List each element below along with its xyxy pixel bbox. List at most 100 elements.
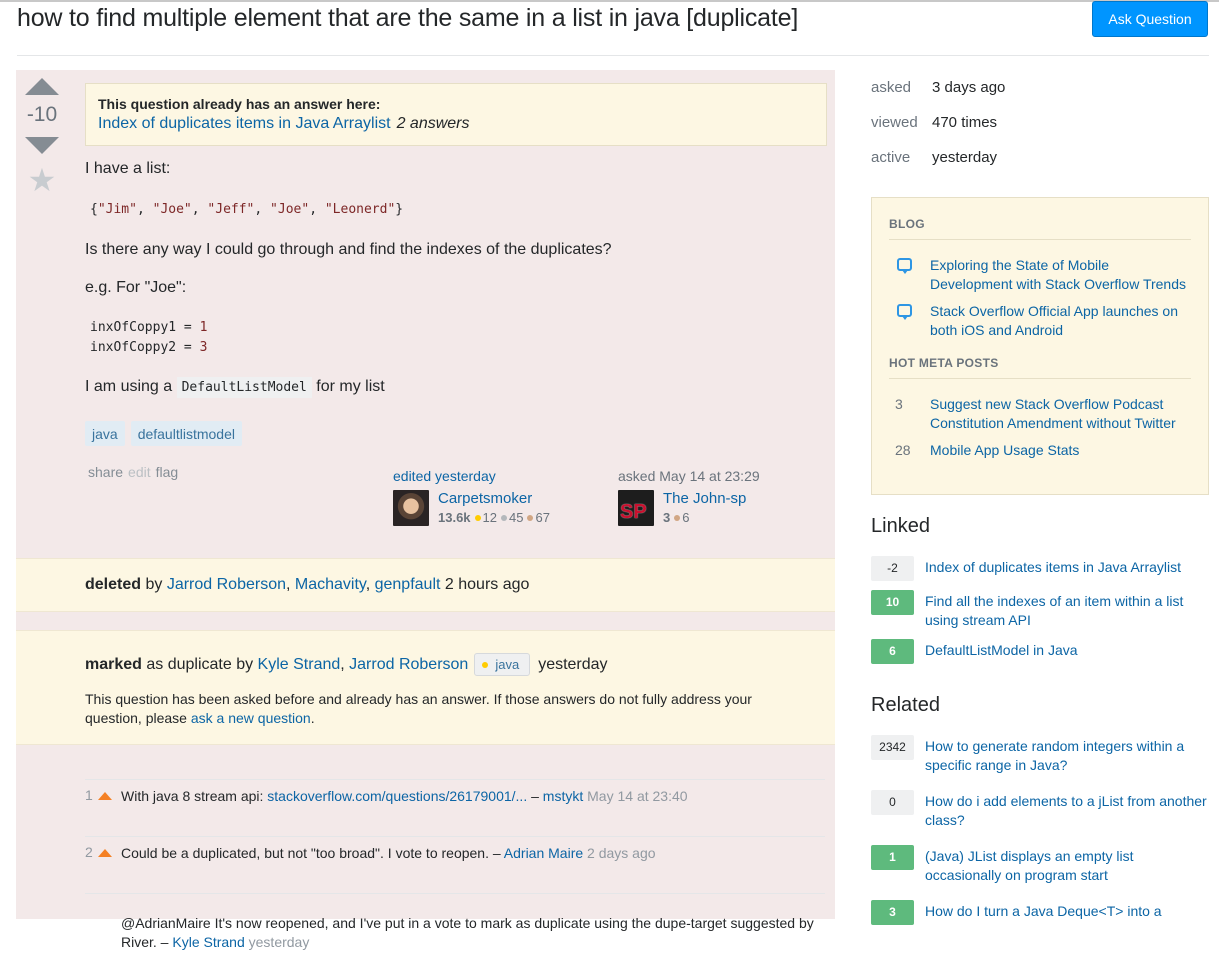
- closer-link[interactable]: Kyle Strand: [258, 656, 341, 674]
- question-score[interactable]: 6: [871, 639, 914, 664]
- code-block-list: {"Jim", "Joe", "Jeff", "Joe", "Leonerd"}: [90, 202, 404, 217]
- linked-item: 6 DefaultListModel in Java: [871, 639, 1209, 664]
- upvote-arrow-icon[interactable]: [25, 78, 59, 95]
- deleter-link[interactable]: Jarrod Roberson: [167, 576, 286, 593]
- editor-signature: edited yesterday Carpetsmoker 13.6k 12 45 6…: [393, 468, 550, 526]
- comments-list: 1 With java 8 stream api: stackoverflow.…: [85, 779, 825, 962]
- header-divider: [17, 55, 1209, 56]
- owner-reputation: 36: [663, 510, 690, 525]
- flag-link[interactable]: flag: [156, 464, 179, 480]
- comment-link[interactable]: stackoverflow.com/questions/26179001/...: [267, 788, 527, 804]
- comment: 1 With java 8 stream api: stackoverflow.…: [85, 779, 825, 836]
- question-score[interactable]: 10: [871, 590, 914, 615]
- blog-bubble-icon: [897, 258, 912, 274]
- blog-heading: BLOG: [889, 217, 1191, 240]
- related-item: 0 How do i add elements to a jList from …: [871, 790, 1209, 830]
- related-question-link[interactable]: (Java) JList displays an empty list occa…: [925, 847, 1209, 885]
- tag-defaultlistmodel[interactable]: defaultlistmodel: [130, 421, 242, 446]
- comment-date: May 14 at 23:40: [587, 788, 688, 804]
- owner-signature: asked May 14 at 23:29 SP The John-sp 36: [618, 468, 760, 526]
- blog-link[interactable]: Stack Overflow Official App launches on …: [930, 302, 1191, 340]
- editor-reputation: 13.6k 12 45 67: [438, 510, 550, 525]
- share-link[interactable]: share: [88, 464, 123, 480]
- question-score[interactable]: -2: [871, 556, 914, 581]
- question-stats: asked 3 days ago viewed 470 times active ye…: [871, 70, 1005, 175]
- favorite-star-icon[interactable]: ★: [16, 164, 68, 196]
- related-question-link[interactable]: How to generate random integers within a…: [925, 737, 1209, 775]
- asked-time: asked May 14 at 23:29: [618, 468, 760, 484]
- comment-user[interactable]: Adrian Maire: [504, 845, 583, 861]
- editor-name[interactable]: Carpetsmoker: [438, 490, 532, 507]
- duplicate-target-link[interactable]: Index of duplicates items in Java Arrayl…: [98, 115, 391, 132]
- comment-upvote-icon[interactable]: [98, 792, 112, 800]
- blog-link[interactable]: Exploring the State of Mobile Developmen…: [930, 256, 1191, 294]
- tag-java[interactable]: java: [85, 421, 125, 446]
- comment-score: 1: [85, 787, 93, 803]
- related-list: 2342 How to generate random integers wit…: [871, 735, 1209, 936]
- comment-user[interactable]: mstykt: [543, 788, 583, 804]
- related-item: 2342 How to generate random integers wit…: [871, 735, 1209, 775]
- linked-item: 10 Find all the indexes of an item withi…: [871, 590, 1209, 630]
- question-score[interactable]: 2342: [871, 735, 914, 760]
- gold-badge-icon: [482, 661, 489, 668]
- comment-date: yesterday: [248, 934, 310, 950]
- related-heading: Related: [871, 694, 940, 716]
- ask-question-button[interactable]: Ask Question: [1092, 1, 1208, 37]
- linked-question-link[interactable]: DefaultListModel in Java: [925, 641, 1078, 664]
- edited-time-link[interactable]: edited yesterday: [393, 468, 550, 484]
- editor-avatar[interactable]: [393, 490, 429, 526]
- post-menu: share edit flag: [88, 464, 178, 480]
- deleter-link[interactable]: Machavity: [295, 576, 366, 593]
- question-title[interactable]: how to find multiple element that are th…: [17, 4, 798, 33]
- blog-item: Stack Overflow Official App launches on …: [889, 302, 1191, 340]
- body-paragraph: e.g. For "Joe":: [85, 279, 187, 296]
- question-score[interactable]: 0: [871, 790, 914, 815]
- closer-link[interactable]: Jarrod Roberson: [349, 656, 468, 674]
- stat-active: active yesterday: [871, 149, 998, 166]
- comment: 2 Could be a duplicated, but not "too br…: [85, 836, 825, 893]
- stat-viewed: viewed 470 times: [871, 114, 998, 131]
- blog-bubble-icon: [897, 304, 912, 320]
- ask-new-question-link[interactable]: ask a new question: [191, 710, 311, 726]
- question-score[interactable]: 3: [871, 900, 914, 925]
- body-paragraph: I have a list:: [85, 160, 171, 177]
- body-paragraph: Is there any way I could go through and …: [85, 241, 612, 258]
- related-item: 1 (Java) JList displays an empty list oc…: [871, 845, 1209, 885]
- owner-name[interactable]: The John-sp: [663, 490, 746, 507]
- linked-question-link[interactable]: Find all the indexes of an item within a…: [925, 592, 1209, 630]
- deleter-link[interactable]: genpfault: [375, 576, 441, 593]
- gold-badge-icon: [474, 515, 481, 521]
- blog-item: Exploring the State of Mobile Developmen…: [889, 256, 1191, 294]
- vote-count: -10: [26, 103, 58, 126]
- related-item: 3 How do I turn a Java Deque<T> into a: [871, 900, 1209, 925]
- code-block-indexes: inxOfCoppy1 = 1 inxOfCoppy2 = 3: [90, 320, 208, 355]
- comment-upvote-icon[interactable]: [98, 849, 112, 857]
- body-paragraph: I am using a DefaultListModel for my lis…: [85, 376, 825, 399]
- meta-link[interactable]: Mobile App Usage Stats: [930, 441, 1079, 460]
- comment-user[interactable]: Kyle Strand: [172, 934, 244, 950]
- related-question-link[interactable]: How do I turn a Java Deque<T> into a: [925, 902, 1162, 925]
- meta-link[interactable]: Suggest new Stack Overflow Podcast Const…: [930, 395, 1191, 433]
- duplicate-answers-count: 2 answers: [396, 115, 470, 132]
- stat-asked: asked 3 days ago: [871, 79, 1006, 96]
- deleted-notice: deleted by Jarrod Roberson, Machavity, g…: [16, 558, 835, 612]
- marked-duplicate-notice: marked as duplicate by Kyle Strand, Jarr…: [16, 630, 835, 745]
- meta-count: 3: [895, 396, 903, 412]
- question-score[interactable]: 1: [871, 845, 914, 870]
- java-gold-tag-badge[interactable]: java: [474, 653, 531, 676]
- related-question-link[interactable]: How do i add elements to a jList from an…: [925, 792, 1209, 830]
- hot-meta-heading: HOT META POSTS: [889, 356, 1191, 379]
- owner-avatar[interactable]: SP: [618, 490, 654, 526]
- marked-time: yesterday: [538, 655, 608, 673]
- linked-question-link[interactable]: Index of duplicates items in Java Arrayl…: [925, 558, 1181, 581]
- downvote-arrow-icon[interactable]: [25, 137, 59, 154]
- meta-item: 28 Mobile App Usage Stats: [889, 441, 1191, 460]
- meta-count: 28: [895, 442, 911, 458]
- linked-item: -2 Index of duplicates items in Java Arr…: [871, 556, 1209, 581]
- community-bulletin: BLOG Exploring the State of Mobile Devel…: [871, 197, 1209, 495]
- comment: @AdrianMaire It's now reopened, and I've…: [85, 893, 825, 962]
- comment-score: 2: [85, 844, 93, 860]
- linked-heading: Linked: [871, 515, 930, 537]
- top-border: [0, 0, 1219, 2]
- edit-link[interactable]: edit: [128, 464, 151, 480]
